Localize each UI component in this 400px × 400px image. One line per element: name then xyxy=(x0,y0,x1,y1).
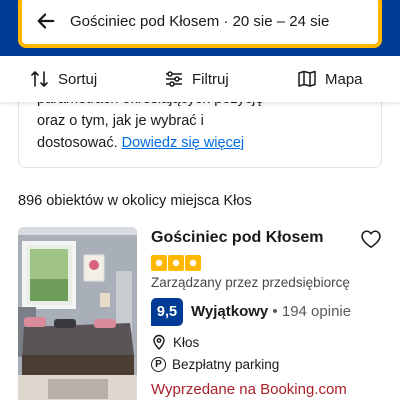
parking-icon: P xyxy=(151,357,166,372)
parking-info: P Bezpłatny parking xyxy=(151,357,279,372)
property-photo[interactable] xyxy=(18,227,137,400)
info-line-3: dostosować. Dowiedz się więcej xyxy=(37,132,363,154)
availability-status: Wyprzedane na Booking.com xyxy=(151,381,347,398)
property-location: Kłos xyxy=(151,334,199,350)
results-count: 896 obiektów w okolicy miejsca Kłos xyxy=(18,193,252,209)
room-image xyxy=(18,227,137,400)
map-icon xyxy=(298,70,316,87)
property-name[interactable]: Gościniec pod Kłosem xyxy=(151,229,323,247)
star-rating xyxy=(151,255,201,271)
star-icon xyxy=(185,255,201,271)
star-icon xyxy=(151,255,167,271)
filter-label: Filtruj xyxy=(192,70,229,88)
arrow-left-icon xyxy=(37,13,55,29)
search-summary-box[interactable]: Gościniec pod Kłosem · 20 sie – 24 sie xyxy=(18,0,382,48)
rating-separator: • xyxy=(272,303,278,320)
managed-by-text: Zarządzany przez przedsiębiorcę xyxy=(151,275,350,290)
info-line-2: oraz o tym, jak je wybrać i xyxy=(37,113,204,129)
review-count: 194 opinie xyxy=(281,303,352,320)
results-toolbar: Sortuj Filtruj Mapa xyxy=(0,56,400,102)
map-label: Mapa xyxy=(325,70,363,88)
location-pin-icon xyxy=(153,334,165,350)
parking-text: Bezpłatny parking xyxy=(172,357,280,372)
map-button[interactable]: Mapa xyxy=(297,70,363,88)
top-bar: Gościniec pod Kłosem · 20 sie – 24 sie xyxy=(0,0,400,56)
back-button[interactable] xyxy=(22,0,70,44)
ranking-info-box: parametrach określających pozycję oraz o… xyxy=(18,100,382,168)
sort-icon xyxy=(31,71,48,87)
save-to-wishlist-button[interactable] xyxy=(360,229,382,254)
sort-label: Sortuj xyxy=(58,70,98,88)
filter-icon xyxy=(166,71,182,87)
info-line-3-text: dostosować. xyxy=(37,135,118,151)
review-summary: Wyjątkowy • 194 opinie xyxy=(191,303,351,320)
review-score-badge: 9,5 xyxy=(151,298,183,326)
score-label: Wyjątkowy xyxy=(191,303,269,320)
sort-button[interactable]: Sortuj xyxy=(30,70,97,88)
learn-more-link[interactable]: Dowiedz się więcej xyxy=(122,135,245,151)
filter-button[interactable]: Filtruj xyxy=(164,70,229,88)
heart-icon xyxy=(361,230,381,248)
location-text: Kłos xyxy=(173,334,200,350)
search-summary-text: Gościniec pod Kłosem · 20 sie – 24 sie xyxy=(70,12,330,30)
star-icon xyxy=(168,255,184,271)
